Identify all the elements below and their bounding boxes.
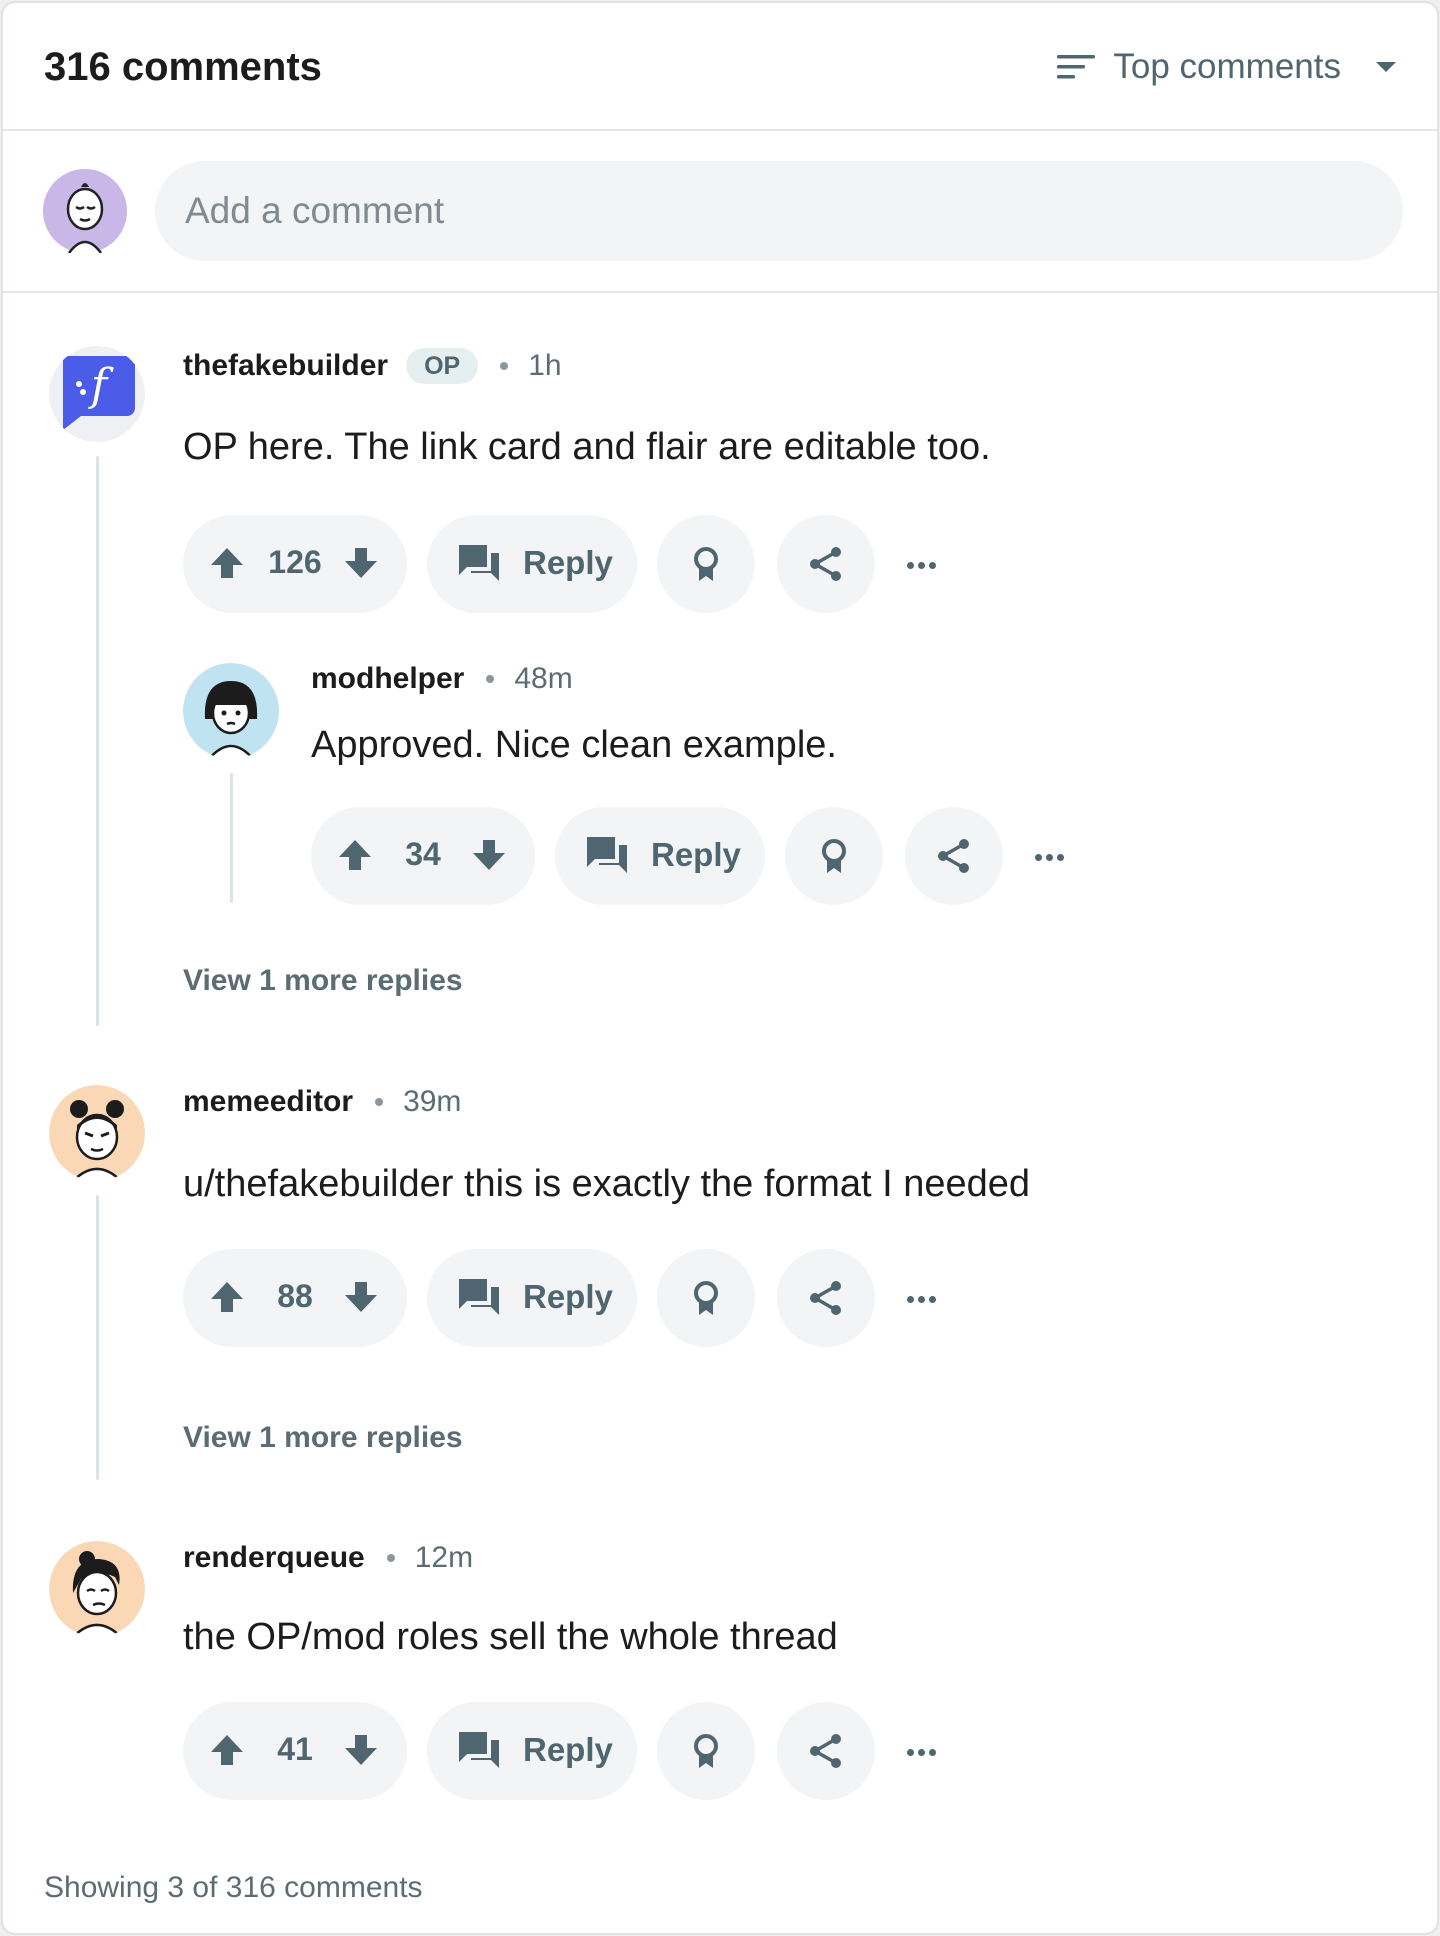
share-icon — [810, 1281, 841, 1315]
chat-bubble-icon — [459, 545, 499, 581]
separator-dot — [500, 362, 509, 370]
award-button[interactable] — [657, 515, 755, 613]
comment-actions: 126 Reply — [183, 515, 943, 613]
award-ribbon-icon — [822, 839, 846, 873]
chat-bubble-icon — [459, 1279, 499, 1315]
comment-time: 39m — [403, 1085, 462, 1118]
comment-meta: modhelper 48m — [311, 659, 573, 699]
reply-button[interactable]: Reply — [427, 1702, 637, 1800]
more-options-button[interactable] — [1029, 842, 1069, 872]
comment-composer — [3, 131, 1437, 293]
comment-body: OP here. The link card and flair are edi… — [183, 426, 991, 468]
chat-bubble-icon — [459, 1732, 499, 1768]
comment-author[interactable]: thefakebuilder — [183, 349, 388, 383]
thread-line[interactable] — [96, 456, 99, 1026]
downvote-arrow-icon[interactable] — [343, 1279, 379, 1315]
comment-meta: memeeditor 39m — [183, 1082, 461, 1122]
award-ribbon-icon — [694, 1281, 718, 1315]
vote-control: 41 — [183, 1702, 407, 1800]
more-options-button[interactable] — [901, 1737, 941, 1767]
reply-label: Reply — [523, 1278, 613, 1315]
reply-button[interactable]: Reply — [427, 1249, 637, 1347]
share-button[interactable] — [777, 1702, 875, 1800]
comment-meta: thefakebuilder OP 1h — [183, 346, 562, 386]
view-more-replies-link[interactable]: View 1 more replies — [183, 1421, 463, 1455]
vote-control: 126 — [183, 515, 407, 613]
comment-author[interactable]: modhelper — [311, 662, 464, 696]
chevron-down-icon — [1376, 62, 1396, 72]
vote-control: 88 — [183, 1249, 407, 1347]
award-button[interactable] — [657, 1702, 755, 1800]
comments-header: 316 comments Top comments — [3, 3, 1437, 131]
upvote-arrow-icon[interactable] — [337, 837, 373, 873]
separator-dot — [375, 1098, 384, 1106]
sort-label: Top comments — [1113, 47, 1341, 86]
comments-panel: 316 comments Top comments Add a comment … — [1, 1, 1439, 1935]
add-comment-input[interactable] — [155, 161, 1403, 261]
renderqueue-avatar[interactable] — [49, 1541, 145, 1637]
comment-meta: renderqueue 12m — [183, 1538, 473, 1578]
award-ribbon-icon — [694, 547, 718, 581]
comment-time: 48m — [514, 662, 573, 695]
op-badge: OP — [406, 348, 479, 384]
award-button[interactable] — [657, 1249, 755, 1347]
vote-count: 126 — [268, 544, 322, 580]
view-more-replies-link[interactable]: View 1 more replies — [183, 964, 463, 998]
reply-button[interactable]: Reply — [555, 807, 765, 905]
reply-label: Reply — [651, 836, 741, 873]
upvote-arrow-icon[interactable] — [209, 545, 245, 581]
comment-body: Approved. Nice clean example. — [311, 724, 837, 766]
comment-body: u/thefakebuilder this is exactly the for… — [183, 1163, 1031, 1205]
reply-button[interactable]: Reply — [427, 515, 637, 613]
downvote-arrow-icon[interactable] — [471, 837, 507, 873]
sort-lines-icon — [1057, 55, 1096, 79]
thefakebuilder-avatar[interactable]: f — [49, 346, 145, 442]
upvote-arrow-icon[interactable] — [209, 1732, 245, 1768]
comments-count-title: 316 comments — [44, 45, 322, 89]
separator-dot — [386, 1554, 395, 1562]
award-ribbon-icon — [694, 1734, 718, 1768]
award-button[interactable] — [785, 807, 883, 905]
comments-showing-status: Showing 3 of 316 comments — [44, 1871, 423, 1904]
reply-label: Reply — [523, 544, 613, 581]
vote-control: 34 — [311, 807, 535, 905]
more-options-button[interactable] — [901, 1284, 941, 1314]
vote-count: 41 — [277, 1731, 313, 1767]
downvote-arrow-icon[interactable] — [343, 1732, 379, 1768]
chat-bubble-icon — [587, 837, 627, 873]
comment-actions: 88 Reply — [183, 1249, 943, 1347]
memeeditor-avatar[interactable] — [49, 1085, 145, 1181]
comment-author[interactable]: renderqueue — [183, 1541, 365, 1575]
sort-dropdown[interactable]: Top comments — [1057, 43, 1397, 91]
share-icon — [810, 1734, 841, 1768]
downvote-arrow-icon[interactable] — [343, 545, 379, 581]
share-button[interactable] — [777, 515, 875, 613]
user-avatar — [43, 169, 127, 253]
comment-time: 1h — [528, 349, 562, 382]
thread-line[interactable] — [96, 1195, 99, 1480]
comment-body: the OP/mod roles sell the whole thread — [183, 1616, 838, 1658]
share-button[interactable] — [777, 1249, 875, 1347]
comment-author[interactable]: memeeditor — [183, 1085, 353, 1119]
comment-time: 12m — [414, 1541, 474, 1574]
share-button[interactable] — [905, 807, 1003, 905]
thread-line[interactable] — [230, 773, 233, 903]
vote-count: 34 — [405, 836, 441, 872]
modhelper-avatar[interactable] — [183, 663, 279, 759]
share-icon — [810, 547, 841, 581]
more-options-button[interactable] — [901, 550, 941, 580]
upvote-arrow-icon[interactable] — [209, 1279, 245, 1315]
share-icon — [938, 839, 969, 873]
reply-label: Reply — [523, 1731, 613, 1768]
vote-count: 88 — [277, 1278, 313, 1314]
separator-dot — [486, 675, 495, 683]
comment-actions: 34 Reply — [311, 807, 1071, 905]
comment-actions: 41 Reply — [183, 1702, 943, 1800]
